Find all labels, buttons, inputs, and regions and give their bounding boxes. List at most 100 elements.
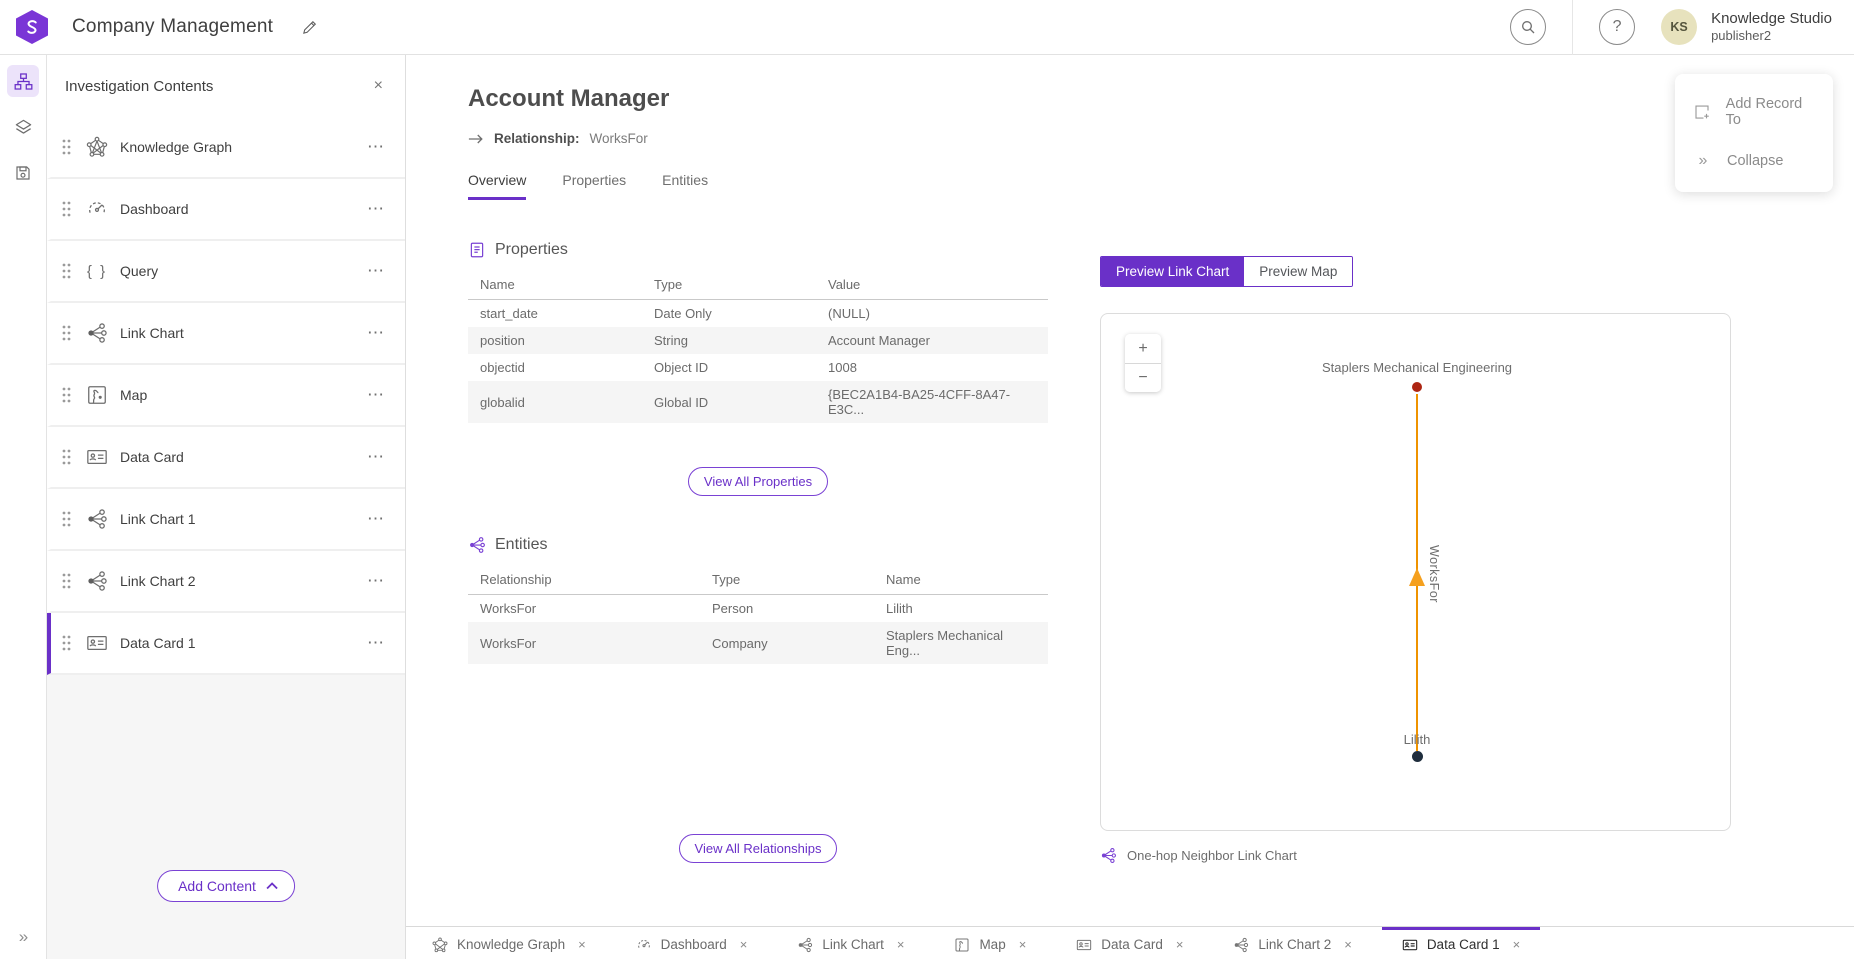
sidebar-item-knowledge-graph[interactable]: Knowledge Graph ⋯ <box>47 117 405 179</box>
item-menu-icon[interactable]: ⋯ <box>363 259 389 283</box>
cell: objectid <box>468 354 642 381</box>
rail-save-button[interactable] <box>7 157 39 189</box>
table-row[interactable]: start_date Date Only (NULL) <box>468 300 1048 328</box>
table-row[interactable]: globalid Global ID {BEC2A1B4-BA25-4CFF-8… <box>468 381 1048 423</box>
drag-handle-icon[interactable] <box>61 510 72 528</box>
entity-link[interactable]: Lilith <box>874 595 1048 623</box>
item-menu-icon[interactable]: ⋯ <box>363 383 389 407</box>
link-chart-icon <box>797 937 813 953</box>
tab-overview[interactable]: Overview <box>468 172 526 200</box>
bottom-tab-dashboard[interactable]: Dashboard × <box>616 927 768 959</box>
table-row[interactable]: WorksFor Person Lilith <box>468 595 1048 623</box>
cell: WorksFor <box>468 622 700 664</box>
close-panel-icon[interactable]: × <box>370 73 387 99</box>
close-tab-icon[interactable]: × <box>897 937 905 952</box>
item-menu-icon[interactable]: ⋯ <box>363 445 389 469</box>
chart-caption-row: One-hop Neighbor Link Chart <box>1100 847 1731 864</box>
expand-rail-icon[interactable]: » <box>0 927 47 947</box>
entity-link[interactable]: Staplers Mechanical Eng... <box>874 622 1048 664</box>
menu-item-add-record-to[interactable]: Add Record To <box>1675 84 1833 140</box>
chevron-up-icon <box>266 882 278 890</box>
item-menu-icon[interactable]: ⋯ <box>363 507 389 531</box>
drag-handle-icon[interactable] <box>61 200 72 218</box>
add-content-button[interactable]: Add Content <box>157 870 295 902</box>
table-row[interactable]: position String Account Manager <box>468 327 1048 354</box>
cell: Person <box>700 595 874 623</box>
sidebar-item-link-chart-2[interactable]: Link Chart 2 ⋯ <box>47 551 405 613</box>
double-chevron-icon: » <box>1693 152 1713 170</box>
bottom-tab-knowledge-graph[interactable]: Knowledge Graph × <box>412 927 606 959</box>
drag-handle-icon[interactable] <box>61 324 72 342</box>
item-menu-icon[interactable]: ⋯ <box>363 569 389 593</box>
item-menu-icon[interactable]: ⋯ <box>363 321 389 345</box>
drag-handle-icon[interactable] <box>61 386 72 404</box>
properties-section-title: Properties <box>495 241 568 259</box>
drag-handle-icon[interactable] <box>61 634 72 652</box>
add-record-icon <box>1693 103 1712 121</box>
bottom-tab-data-card-1[interactable]: Data Card 1 × <box>1382 927 1540 959</box>
record-type-label: Relationship: <box>494 131 580 146</box>
sidebar-item-map[interactable]: Map ⋯ <box>47 365 405 427</box>
preview-link-chart-button[interactable]: Preview Link Chart <box>1101 257 1244 286</box>
hierarchy-icon <box>14 72 33 91</box>
sidebar-item-dashboard[interactable]: Dashboard ⋯ <box>47 179 405 241</box>
search-button[interactable] <box>1510 9 1546 45</box>
chart-node-dot-company[interactable] <box>1412 382 1422 392</box>
chart-edge-arrow-icon <box>1409 568 1425 586</box>
preview-map-button[interactable]: Preview Map <box>1244 257 1352 286</box>
cell: Date Only <box>642 300 816 328</box>
bottom-tab-bar: Knowledge Graph × Dashboard × Link Chart… <box>406 926 1854 959</box>
zoom-out-button[interactable]: − <box>1125 363 1161 392</box>
drag-handle-icon[interactable] <box>61 448 72 466</box>
bottom-tab-link-chart[interactable]: Link Chart × <box>777 927 924 959</box>
menu-item-collapse[interactable]: » Collapse <box>1675 140 1833 182</box>
link-chart-preview[interactable]: + − Staplers Mechanical Engineering Work… <box>1100 313 1731 831</box>
sidebar-item-link-chart[interactable]: Link Chart ⋯ <box>47 303 405 365</box>
close-tab-icon[interactable]: × <box>578 937 586 952</box>
rail-layers-button[interactable] <box>7 111 39 143</box>
save-icon <box>14 164 32 182</box>
chart-caption: One-hop Neighbor Link Chart <box>1127 848 1297 863</box>
tab-entities[interactable]: Entities <box>662 172 708 200</box>
tab-properties[interactable]: Properties <box>562 172 626 200</box>
data-card-icon <box>84 446 110 468</box>
map-icon <box>954 937 970 953</box>
close-tab-icon[interactable]: × <box>1176 937 1184 952</box>
knowledge-graph-icon <box>432 937 448 953</box>
sidebar-item-query[interactable]: { } Query ⋯ <box>47 241 405 303</box>
item-menu-icon[interactable]: ⋯ <box>363 197 389 221</box>
view-all-properties-button[interactable]: View All Properties <box>688 467 828 496</box>
view-all-relationships-button[interactable]: View All Relationships <box>679 834 838 863</box>
zoom-in-button[interactable]: + <box>1125 334 1161 363</box>
user-avatar[interactable]: KS <box>1661 9 1697 45</box>
close-tab-icon[interactable]: × <box>1513 937 1521 952</box>
bottom-tab-data-card[interactable]: Data Card × <box>1056 927 1203 959</box>
app-logo-icon[interactable] <box>16 10 48 44</box>
drag-handle-icon[interactable] <box>61 572 72 590</box>
chart-edge-label[interactable]: WorksFor <box>1427 545 1441 603</box>
item-menu-icon[interactable]: ⋯ <box>363 631 389 655</box>
close-tab-icon[interactable]: × <box>740 937 748 952</box>
bottom-tab-link-chart-2[interactable]: Link Chart 2 × <box>1213 927 1371 959</box>
bottom-tab-map[interactable]: Map × <box>934 927 1046 959</box>
sidebar-item-label: Knowledge Graph <box>120 139 232 155</box>
chart-node-label-person[interactable]: Lilith <box>1257 732 1577 747</box>
dashboard-icon <box>636 937 652 953</box>
close-tab-icon[interactable]: × <box>1019 937 1027 952</box>
chart-node-label-company[interactable]: Staplers Mechanical Engineering <box>1257 360 1577 375</box>
cell: start_date <box>468 300 642 328</box>
sidebar-item-link-chart-1[interactable]: Link Chart 1 ⋯ <box>47 489 405 551</box>
rail-contents-button[interactable] <box>7 65 39 97</box>
table-row[interactable]: objectid Object ID 1008 <box>468 354 1048 381</box>
table-row[interactable]: WorksFor Company Staplers Mechanical Eng… <box>468 622 1048 664</box>
drag-handle-icon[interactable] <box>61 262 72 280</box>
sidebar-item-data-card[interactable]: Data Card ⋯ <box>47 427 405 489</box>
help-button[interactable]: ? <box>1599 9 1635 45</box>
item-menu-icon[interactable]: ⋯ <box>363 135 389 159</box>
edit-title-icon[interactable] <box>301 19 318 36</box>
chart-node-dot-person[interactable] <box>1412 751 1423 762</box>
sidebar-item-data-card-1[interactable]: Data Card 1 ⋯ <box>47 613 405 675</box>
properties-header-row: Name Type Value <box>468 271 1048 300</box>
drag-handle-icon[interactable] <box>61 138 72 156</box>
close-tab-icon[interactable]: × <box>1344 937 1352 952</box>
